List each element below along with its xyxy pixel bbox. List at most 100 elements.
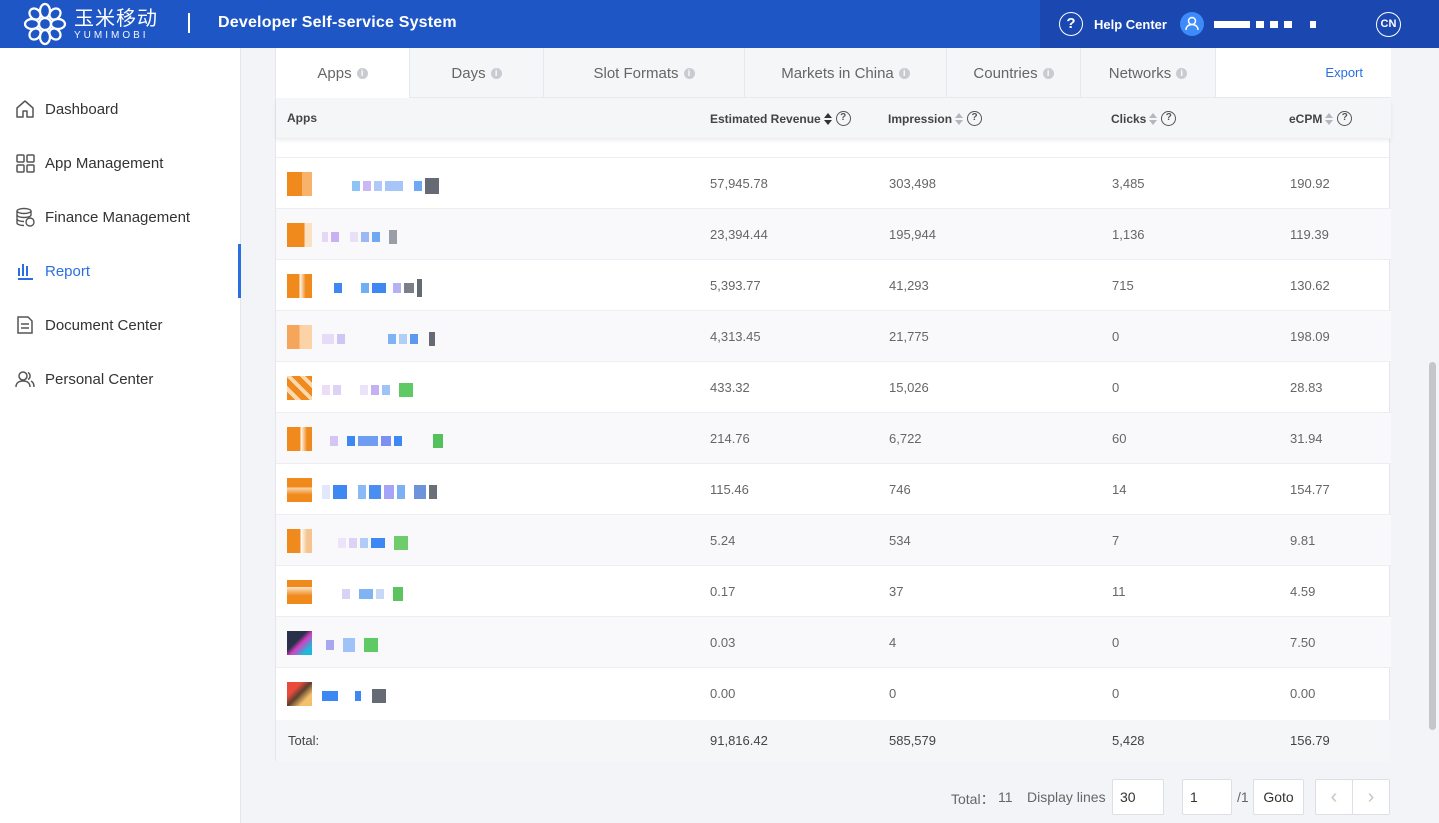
page-number-value: 1: [1190, 789, 1198, 805]
question-icon[interactable]: ?: [835, 111, 851, 126]
sort-icon[interactable]: [1325, 112, 1334, 125]
sort-icon[interactable]: [955, 112, 964, 125]
revenue-cell: 23,394.44: [710, 227, 768, 242]
display-lines-label: Display lines: [1027, 789, 1106, 805]
clicks-cell: 60: [1112, 431, 1127, 446]
table-row[interactable]: 23,394.44 195,944 1,136 119.39: [276, 208, 1391, 259]
total-clicks: 5,428: [1112, 733, 1145, 748]
help-icon[interactable]: ?: [1059, 12, 1083, 36]
system-title: Developer Self-service System: [218, 14, 457, 31]
tab-label: Apps: [317, 64, 352, 82]
app-name-redacted: [322, 586, 403, 601]
ecpm-cell: 190.92: [1290, 176, 1330, 191]
sidebar-item-dashboard[interactable]: Dashboard: [0, 82, 241, 136]
pagination-total-label: Total：: [951, 791, 995, 807]
table-row[interactable]: 5,393.77 41,293 715 130.62: [276, 259, 1391, 310]
clicks-cell: 0: [1112, 380, 1120, 395]
app-icon: [287, 223, 312, 247]
impression-cell: 195,944: [889, 227, 936, 242]
app-icon: [287, 631, 312, 655]
revenue-cell: 0.03: [710, 635, 736, 650]
report-panel: Apps i Days i Slot Formats i Markets in Chi…: [275, 48, 1391, 761]
table-body: 57,945.78 303,498 3,485 190.92 23,394.44…: [276, 157, 1391, 718]
column-header-estimated-revenue[interactable]: Estimated Revenue?: [710, 111, 851, 126]
tab-label: Slot Formats: [593, 64, 679, 82]
impression-cell: 303,498: [889, 176, 936, 191]
table-row[interactable]: 0.00 0 0 0.00: [276, 667, 1391, 718]
tab-countries[interactable]: Countries i: [947, 48, 1081, 98]
help-center-link[interactable]: Help Center: [1094, 17, 1167, 32]
app-name-redacted: [322, 688, 386, 703]
info-icon[interactable]: i: [1042, 67, 1054, 79]
app-icon: [287, 172, 312, 196]
question-icon[interactable]: ?: [1337, 111, 1353, 126]
total-ecpm: 156.79: [1290, 733, 1330, 748]
page-number-input[interactable]: 1: [1182, 779, 1232, 815]
table-row[interactable]: 433.32 15,026 0 28.83: [276, 361, 1391, 412]
next-page-button[interactable]: ›: [1352, 779, 1390, 815]
export-link[interactable]: Export: [1325, 65, 1363, 80]
table-row[interactable]: 214.76 6,722 60 31.94: [276, 412, 1391, 463]
table-row[interactable]: 0.17 37 11 4.59: [276, 565, 1391, 616]
display-lines-value: 30: [1120, 789, 1136, 805]
logo[interactable]: 玉米移动 YUMIMOBI: [22, 2, 182, 46]
sidebar-item-finance-management[interactable]: Finance Management: [0, 190, 241, 244]
column-header-impression[interactable]: Impression?: [888, 111, 983, 126]
clicks-cell: 14: [1112, 482, 1127, 497]
table-row[interactable]: 0.03 4 0 7.50: [276, 616, 1391, 667]
tab-label: Markets in China: [781, 64, 894, 82]
info-icon[interactable]: i: [356, 67, 368, 79]
info-icon[interactable]: i: [683, 67, 695, 79]
column-header-clicks[interactable]: Clicks?: [1111, 111, 1177, 126]
ecpm-cell: 28.83: [1290, 380, 1323, 395]
sidebar-item-label: App Management: [45, 154, 164, 172]
table-row[interactable]: 57,945.78 303,498 3,485 190.92: [276, 157, 1391, 208]
question-icon[interactable]: ?: [1161, 111, 1177, 126]
goto-button[interactable]: Goto: [1253, 779, 1304, 815]
user-avatar-icon[interactable]: [1180, 12, 1204, 36]
table-row[interactable]: 5.24 534 7 9.81: [276, 514, 1391, 565]
app-name-redacted: [322, 278, 422, 297]
table-total-row: Total: 91,816.42 585,579 5,428 156.79: [276, 720, 1391, 761]
tab-label: Networks: [1108, 64, 1172, 82]
table-row[interactable]: 4,313.45 21,775 0 198.09: [276, 310, 1391, 361]
table-spacer-row: [276, 138, 1391, 157]
page-scrollbar[interactable]: [1429, 362, 1436, 730]
tab-label: Countries: [973, 64, 1038, 82]
tab-markets-in-china[interactable]: Markets in China i: [745, 48, 947, 98]
sort-icon[interactable]: [1149, 112, 1158, 125]
sidebar-item-document-center[interactable]: Document Center: [0, 298, 241, 352]
tab-networks[interactable]: Networks i: [1081, 48, 1216, 98]
sidebar-item-label: Finance Management: [45, 208, 191, 226]
info-icon[interactable]: i: [898, 67, 910, 79]
chevron-left-icon: ‹: [1330, 785, 1338, 808]
app-name-redacted: [322, 331, 435, 346]
tab-apps[interactable]: Apps i: [276, 48, 410, 98]
info-icon[interactable]: i: [490, 67, 502, 79]
question-icon[interactable]: ?: [967, 111, 983, 126]
impression-cell: 4: [889, 635, 897, 650]
info-icon[interactable]: i: [1176, 67, 1188, 79]
sidebar-item-label: Personal Center: [45, 370, 154, 388]
sort-icon[interactable]: [823, 112, 832, 125]
user-name-redacted[interactable]: [1214, 18, 1329, 30]
sidebar-item-app-management[interactable]: App Management: [0, 136, 241, 190]
language-switch-button[interactable]: CN: [1376, 12, 1401, 37]
display-lines-input[interactable]: 30: [1112, 779, 1164, 815]
app-name-redacted: [322, 229, 397, 244]
table-row[interactable]: 115.46 746 14 154.77: [276, 463, 1391, 514]
tab-slot-formats[interactable]: Slot Formats i: [544, 48, 745, 98]
app-icon: [287, 682, 312, 706]
column-header-ecpm[interactable]: eCPM?: [1289, 111, 1353, 126]
prev-page-button[interactable]: ‹: [1315, 779, 1353, 815]
sidebar-item-personal-center[interactable]: Personal Center: [0, 352, 241, 406]
ecpm-cell: 119.39: [1290, 227, 1329, 242]
app-icon: [287, 274, 312, 298]
tab-days[interactable]: Days i: [410, 48, 544, 98]
app-icon: [287, 580, 312, 604]
users-icon: [14, 368, 36, 390]
header-divider: [188, 13, 190, 33]
chevron-right-icon: ›: [1367, 785, 1375, 808]
sidebar-item-report[interactable]: Report: [0, 244, 241, 298]
impression-cell: 534: [889, 533, 911, 548]
